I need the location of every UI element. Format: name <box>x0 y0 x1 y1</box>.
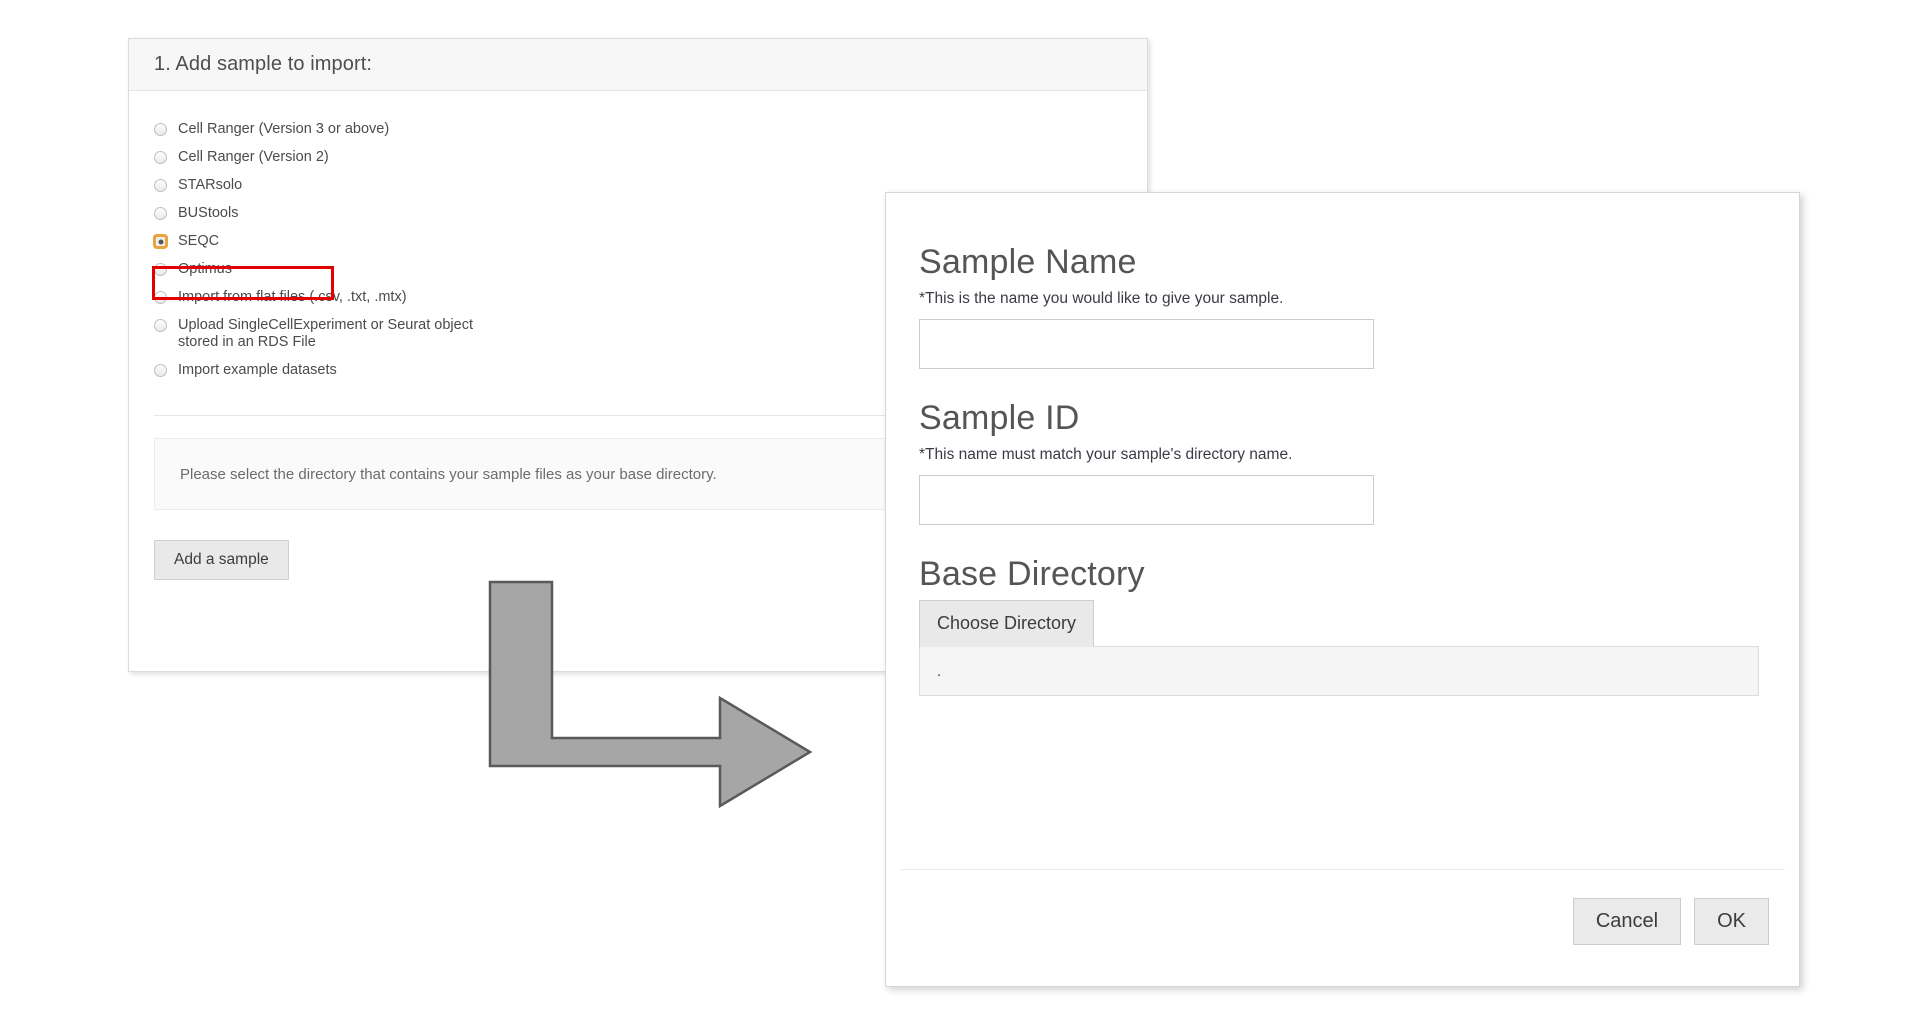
import-card-header: 1. Add sample to import: <box>129 39 1147 91</box>
add-sample-button-label: Add a sample <box>174 551 269 568</box>
radio-option-label: Cell Ranger (Version 2) <box>178 149 329 166</box>
radio-icon[interactable] <box>154 123 167 136</box>
radio-option-label: Upload SingleCellExperiment or Seurat ob… <box>178 317 508 351</box>
radio-option-cellranger3[interactable]: Cell Ranger (Version 3 or above) <box>154 121 1122 138</box>
sample-name-input[interactable] <box>919 319 1374 369</box>
sample-dialog-body: Sample Name *This is the name you would … <box>886 193 1799 696</box>
dialog-footer-divider <box>900 869 1785 870</box>
radio-icon[interactable] <box>154 263 167 276</box>
chosen-directory-display: . <box>919 646 1759 696</box>
radio-option-label: Import from flat files (.csv, .txt, .mtx… <box>178 289 407 306</box>
sample-id-field-group: Sample ID *This name must match your sam… <box>919 399 1759 525</box>
flow-arrow-icon <box>480 570 900 840</box>
radio-icon[interactable] <box>154 319 167 332</box>
sample-name-field-group: Sample Name *This is the name you would … <box>919 243 1759 369</box>
ok-button[interactable]: OK <box>1694 898 1769 945</box>
radio-icon[interactable] <box>154 291 167 304</box>
page-title: 1. Add sample to import: <box>154 53 372 76</box>
sample-id-input[interactable] <box>919 475 1374 525</box>
radio-icon-selected[interactable] <box>154 235 167 248</box>
radio-icon[interactable] <box>154 207 167 220</box>
sample-id-hint: *This name must match your sample's dire… <box>919 444 1339 465</box>
radio-option-label: SEQC <box>178 233 219 250</box>
radio-option-label: Import example datasets <box>178 362 337 379</box>
choose-directory-button-label: Choose Directory <box>937 613 1076 633</box>
sample-dialog: Sample Name *This is the name you would … <box>885 192 1800 987</box>
radio-option-label: STARsolo <box>178 177 242 194</box>
radio-option-label: Optimus <box>178 261 232 278</box>
radio-option-cellranger2[interactable]: Cell Ranger (Version 2) <box>154 149 1122 166</box>
dialog-footer: Cancel OK <box>1573 898 1769 945</box>
sample-name-hint: *This is the name you would like to give… <box>919 288 1339 309</box>
radio-icon[interactable] <box>154 151 167 164</box>
cancel-button[interactable]: Cancel <box>1573 898 1681 945</box>
sample-name-heading: Sample Name <box>919 243 1759 282</box>
add-sample-button[interactable]: Add a sample <box>154 540 289 580</box>
radio-option-label: Cell Ranger (Version 3 or above) <box>178 121 389 138</box>
base-directory-heading: Base Directory <box>919 555 1759 594</box>
radio-option-label: BUStools <box>178 205 238 222</box>
radio-icon[interactable] <box>154 364 167 377</box>
base-directory-field-group: Base Directory Choose Directory . <box>919 555 1759 696</box>
chosen-directory-path: . <box>937 663 941 680</box>
choose-directory-button[interactable]: Choose Directory <box>919 600 1094 647</box>
base-directory-note-text: Please select the directory that contain… <box>180 466 717 483</box>
radio-icon[interactable] <box>154 179 167 192</box>
sample-id-heading: Sample ID <box>919 399 1759 438</box>
